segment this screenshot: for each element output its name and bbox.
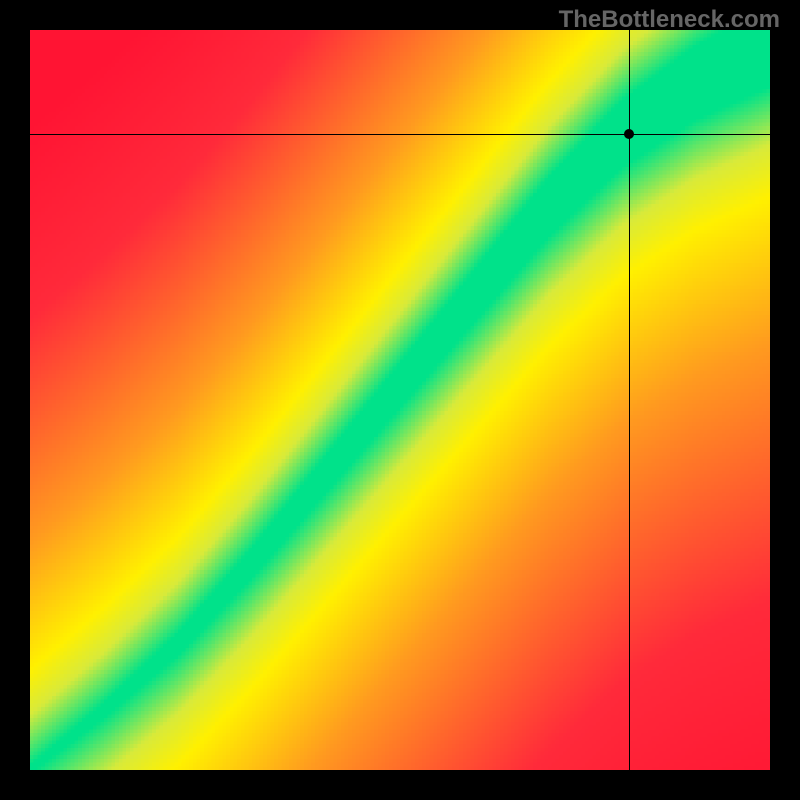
heatmap-canvas bbox=[30, 30, 770, 770]
crosshair-vertical bbox=[629, 30, 630, 770]
crosshair-marker bbox=[624, 129, 634, 139]
watermark-label: TheBottleneck.com bbox=[559, 6, 780, 34]
chart-container: TheBottleneck.com bbox=[0, 0, 800, 800]
crosshair-horizontal bbox=[30, 134, 770, 135]
